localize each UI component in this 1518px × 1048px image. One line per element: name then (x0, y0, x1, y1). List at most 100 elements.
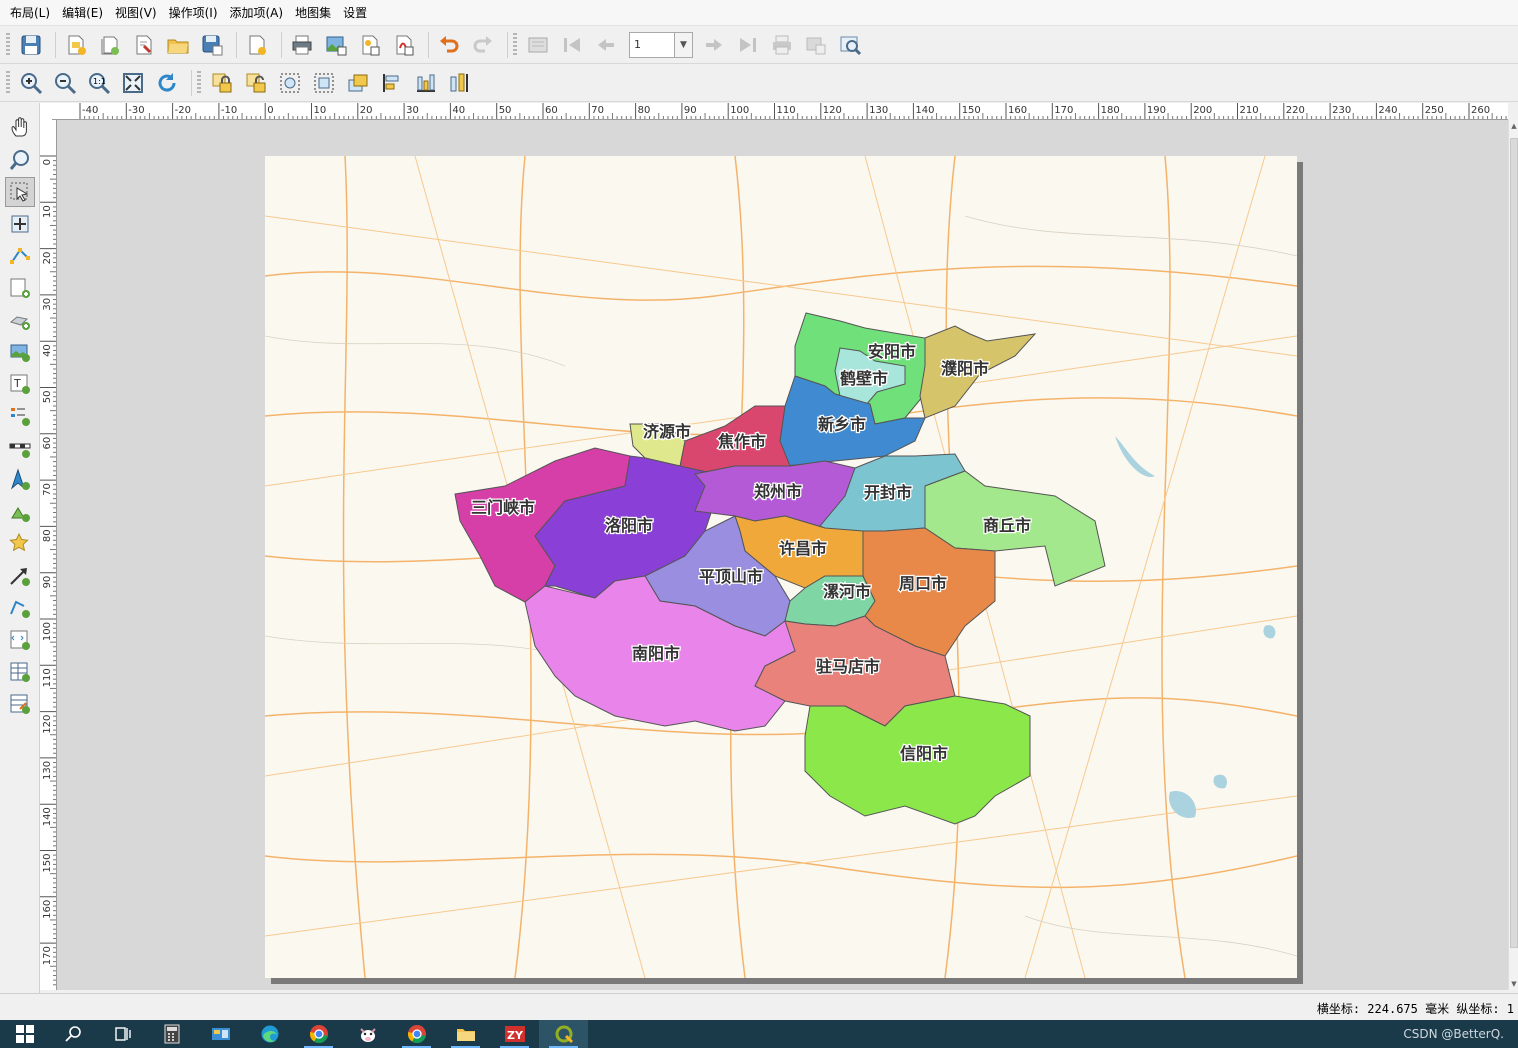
select-move-icon[interactable] (4, 177, 35, 207)
export-svg-icon[interactable] (355, 30, 385, 60)
new-layout-icon[interactable] (61, 30, 91, 60)
layout-page[interactable]: 安阳市 鹤壁市 濮阳市 新乡市 焦作市 济源市 三门峡市 洛阳市 郑州市 开封市… (265, 156, 1297, 978)
ruler-label: 250 (1425, 105, 1444, 116)
move-content-icon[interactable] (5, 209, 35, 239)
task-view-icon[interactable] (98, 1020, 147, 1048)
scroll-down-arrow[interactable]: ▼ (1509, 978, 1518, 990)
canvas-vertical-scrollbar[interactable]: ▲ ▼ (1508, 120, 1518, 990)
menu-edit[interactable]: 编辑(E) (56, 0, 109, 26)
toolbar-grip[interactable] (6, 32, 10, 57)
zoom-actual-icon[interactable]: 1:1 (84, 68, 114, 98)
zoom-in-icon[interactable] (16, 68, 46, 98)
ruler-label: 30 (406, 105, 419, 116)
layout-manager-icon[interactable] (129, 30, 159, 60)
zoom-out-icon[interactable] (50, 68, 80, 98)
menu-view[interactable]: 视图(V) (109, 0, 163, 26)
lock-icon[interactable] (207, 68, 237, 98)
atlas-next-icon[interactable] (699, 30, 729, 60)
basemap-water (1115, 436, 1276, 818)
open-template-icon[interactable] (163, 30, 193, 60)
add-legend-icon[interactable] (5, 401, 35, 431)
zoom-full-icon[interactable] (118, 68, 148, 98)
save-icon[interactable] (16, 30, 46, 60)
search-icon[interactable] (49, 1020, 98, 1048)
ruler-label: 170 (1054, 105, 1073, 116)
edit-nodes-icon[interactable] (5, 241, 35, 271)
atlas-prev-icon[interactable] (591, 30, 621, 60)
layout-canvas[interactable]: 安阳市 鹤壁市 濮阳市 新乡市 焦作市 济源市 三门峡市 洛阳市 郑州市 开封市… (57, 120, 1508, 990)
control-panel-icon[interactable] (196, 1020, 245, 1048)
menu-settings[interactable]: 设置 (337, 0, 373, 26)
ruler-label: 50 (499, 105, 512, 116)
toolbar-grip[interactable] (197, 70, 201, 95)
scroll-thumb[interactable] (1510, 138, 1518, 948)
svg-text:T: T (13, 377, 21, 390)
atlas-print-icon[interactable] (767, 30, 797, 60)
export-pdf-icon[interactable] (389, 30, 419, 60)
distribute-icon[interactable] (411, 68, 441, 98)
chrome-icon-2[interactable] (392, 1020, 441, 1048)
qgis-icon[interactable] (539, 1020, 588, 1048)
add-scalebar-icon[interactable] (5, 433, 35, 463)
add-marker-icon[interactable] (5, 529, 35, 559)
atlas-settings-icon[interactable] (835, 30, 865, 60)
chrome-icon[interactable] (294, 1020, 343, 1048)
atlas-export-icon[interactable] (801, 30, 831, 60)
horizontal-ruler[interactable]: -40 -30 -20 -10 0 10 20 30 40 50 60 70 80 90 100 110 120… (52, 103, 1508, 120)
atlas-first-icon[interactable] (557, 30, 587, 60)
toolbar-grip[interactable] (6, 70, 10, 95)
zy-app-icon[interactable]: ZY (490, 1020, 539, 1048)
page-setup-icon[interactable] (242, 30, 272, 60)
toolbar-separator (507, 31, 508, 58)
zoom-tool-icon[interactable] (5, 145, 35, 175)
add-north-arrow-icon[interactable] (5, 465, 35, 495)
add-picture-icon[interactable] (5, 337, 35, 367)
menu-atlas[interactable]: 地图集 (289, 0, 337, 26)
add-arrow-icon[interactable] (5, 561, 35, 591)
menu-items[interactable]: 操作项(I) (163, 0, 224, 26)
atlas-page-input[interactable]: 1 (629, 31, 675, 58)
add-label-icon[interactable]: T (5, 369, 35, 399)
atlas-page-dropdown[interactable]: ▼ (675, 31, 693, 58)
add-3d-map-icon[interactable] (5, 305, 35, 335)
refresh-icon[interactable] (152, 68, 182, 98)
windows-start-icon[interactable] (0, 1020, 49, 1048)
ruler-label: 70 (591, 105, 604, 116)
resize-icon[interactable] (445, 68, 475, 98)
align-icon[interactable] (377, 68, 407, 98)
add-html-icon[interactable] (5, 625, 35, 655)
ruler-label: 70 (42, 483, 53, 496)
save-template-icon[interactable] (197, 30, 227, 60)
menu-layout[interactable]: 布局(L) (4, 0, 56, 26)
export-image-icon[interactable] (321, 30, 351, 60)
add-map-icon[interactable] (5, 273, 35, 303)
print-icon[interactable] (287, 30, 317, 60)
group-icon[interactable] (275, 68, 305, 98)
add-polyline-icon[interactable] (5, 593, 35, 623)
file-explorer-icon[interactable] (441, 1020, 490, 1048)
duplicate-layout-icon[interactable] (95, 30, 125, 60)
raise-icon[interactable] (343, 68, 373, 98)
atlas-preview-icon[interactable] (523, 30, 553, 60)
ungroup-icon[interactable] (309, 68, 339, 98)
edge-icon[interactable] (245, 1020, 294, 1048)
pan-icon[interactable] (5, 113, 35, 143)
add-fixed-table-icon[interactable] (5, 689, 35, 719)
menu-add-item[interactable]: 添加项(A) (224, 0, 290, 26)
scroll-up-arrow[interactable]: ▲ (1509, 120, 1518, 132)
redo-icon[interactable] (468, 30, 498, 60)
add-attribute-table-icon[interactable] (5, 657, 35, 687)
unlock-icon[interactable] (241, 68, 271, 98)
map-item[interactable]: 安阳市 鹤壁市 濮阳市 新乡市 焦作市 济源市 三门峡市 洛阳市 郑州市 开封市… (265, 156, 1297, 978)
ruler-label: 240 (1378, 105, 1397, 116)
vertical-ruler[interactable]: 0 10 20 30 40 50 60 70 80 90 100 110 120 130 140 150 160… (40, 120, 57, 990)
cow-app-icon[interactable] (343, 1020, 392, 1048)
ruler-label: 140 (915, 105, 934, 116)
undo-icon[interactable] (434, 30, 464, 60)
add-shape-icon[interactable] (5, 497, 35, 527)
toolbar-grip[interactable] (513, 32, 517, 57)
svg-text:ZY: ZY (507, 1029, 524, 1042)
ruler-label: 10 (42, 205, 53, 218)
atlas-last-icon[interactable] (733, 30, 763, 60)
calculator-icon[interactable] (147, 1020, 196, 1048)
